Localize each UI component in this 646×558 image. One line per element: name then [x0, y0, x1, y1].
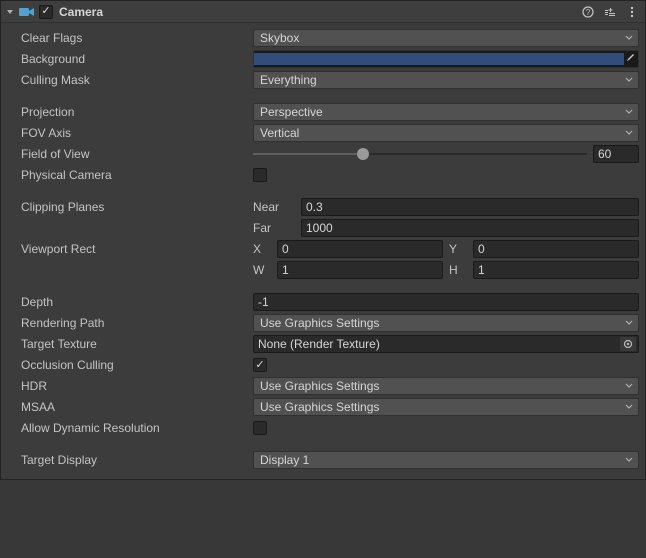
allow-dynamic-resolution-checkbox[interactable]	[253, 421, 267, 435]
viewport-w-label: W	[253, 263, 273, 277]
viewport-x-label: X	[253, 242, 273, 256]
rendering-path-value: Use Graphics Settings	[260, 316, 379, 330]
near-label: Near	[253, 200, 297, 214]
chevron-down-icon	[625, 383, 633, 389]
svg-text:?: ?	[586, 8, 591, 17]
msaa-label: MSAA	[7, 400, 253, 414]
physical-camera-label: Physical Camera	[7, 168, 253, 182]
projection-value: Perspective	[260, 105, 323, 119]
field-of-view-input[interactable]: 60	[593, 145, 639, 163]
target-texture-label: Target Texture	[7, 337, 253, 351]
clear-flags-value: Skybox	[260, 31, 299, 45]
rendering-path-dropdown[interactable]: Use Graphics Settings	[253, 314, 639, 332]
target-display-value: Display 1	[260, 453, 309, 467]
chevron-down-icon	[625, 404, 633, 410]
occlusion-culling-label: Occlusion Culling	[7, 358, 253, 372]
fov-axis-label: FOV Axis	[7, 126, 253, 140]
field-of-view-label: Field of View	[7, 147, 253, 161]
viewport-w-input[interactable]: 1	[277, 261, 443, 279]
camera-icon	[19, 5, 35, 19]
chevron-down-icon	[625, 109, 633, 115]
component-enable-checkbox[interactable]	[39, 5, 53, 19]
viewport-h-input[interactable]: 1	[473, 261, 639, 279]
background-swatch	[254, 53, 624, 65]
viewport-x-input[interactable]: 0	[277, 240, 443, 258]
component-header: Camera ?	[1, 1, 645, 23]
clear-flags-label: Clear Flags	[7, 31, 253, 45]
clipping-near-input[interactable]: 0.3	[301, 198, 639, 216]
preset-icon[interactable]	[603, 5, 617, 19]
rendering-path-label: Rendering Path	[7, 316, 253, 330]
help-icon[interactable]: ?	[581, 5, 595, 19]
clipping-far-input[interactable]: 1000	[301, 219, 639, 237]
hdr-value: Use Graphics Settings	[260, 379, 379, 393]
component-body: Clear Flags Skybox Background Culli	[1, 23, 645, 479]
chevron-down-icon	[625, 35, 633, 41]
target-texture-value: None (Render Texture)	[258, 337, 380, 351]
hdr-dropdown[interactable]: Use Graphics Settings	[253, 377, 639, 395]
projection-label: Projection	[7, 105, 253, 119]
target-texture-field[interactable]: None (Render Texture)	[253, 335, 639, 353]
background-color-field[interactable]	[253, 50, 639, 68]
chevron-down-icon	[625, 457, 633, 463]
fov-axis-dropdown[interactable]: Vertical	[253, 124, 639, 142]
clipping-planes-label: Clipping Planes	[7, 200, 253, 214]
viewport-h-label: H	[449, 263, 469, 277]
culling-mask-value: Everything	[260, 73, 317, 87]
hdr-label: HDR	[7, 379, 253, 393]
depth-label: Depth	[7, 295, 253, 309]
field-of-view-slider[interactable]	[253, 145, 587, 163]
chevron-down-icon	[6, 8, 14, 16]
depth-input[interactable]: -1	[253, 293, 639, 311]
viewport-y-label: Y	[449, 242, 469, 256]
clear-flags-dropdown[interactable]: Skybox	[253, 29, 639, 47]
chevron-down-icon	[625, 130, 633, 136]
culling-mask-label: Culling Mask	[7, 73, 253, 87]
chevron-down-icon	[625, 320, 633, 326]
viewport-rect-label: Viewport Rect	[7, 242, 253, 256]
target-display-dropdown[interactable]: Display 1	[253, 451, 639, 469]
fov-axis-value: Vertical	[260, 126, 299, 140]
culling-mask-dropdown[interactable]: Everything	[253, 71, 639, 89]
component-title: Camera	[59, 5, 581, 19]
physical-camera-checkbox[interactable]	[253, 168, 267, 182]
foldout-toggle[interactable]	[5, 7, 15, 17]
msaa-value: Use Graphics Settings	[260, 400, 379, 414]
camera-component: Camera ? Clear Flags Skybox Backg	[0, 0, 646, 480]
projection-dropdown[interactable]: Perspective	[253, 103, 639, 121]
background-label: Background	[7, 52, 253, 66]
eyedropper-icon	[625, 53, 635, 63]
target-display-label: Target Display	[7, 453, 253, 467]
occlusion-culling-checkbox[interactable]	[253, 358, 267, 372]
chevron-down-icon	[625, 77, 633, 83]
object-picker-icon[interactable]	[620, 337, 636, 351]
far-label: Far	[253, 221, 297, 235]
msaa-dropdown[interactable]: Use Graphics Settings	[253, 398, 639, 416]
header-actions: ?	[581, 5, 639, 19]
allow-dynamic-resolution-label: Allow Dynamic Resolution	[7, 421, 253, 435]
kebab-menu-icon[interactable]	[625, 5, 639, 19]
viewport-y-input[interactable]: 0	[473, 240, 639, 258]
